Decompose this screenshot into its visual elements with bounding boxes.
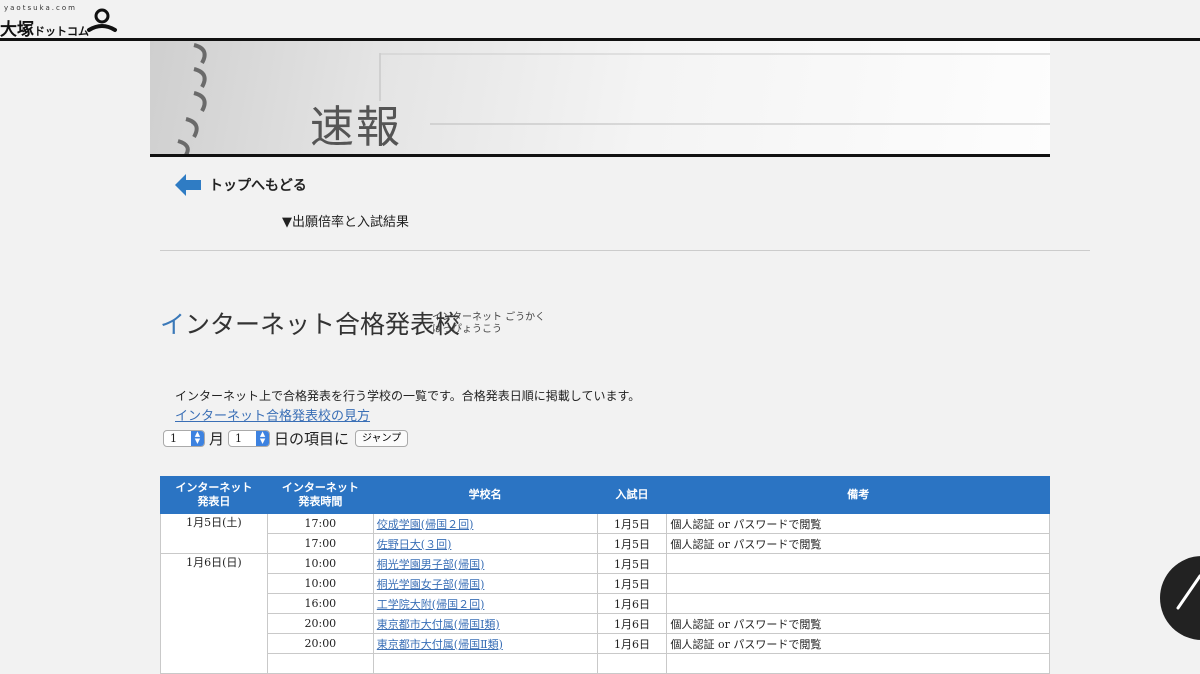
logo-domain-text: yaotsuka.com: [4, 4, 77, 12]
school-cell: 東京都市大付属(帰国Ⅱ類): [372, 633, 598, 654]
table-header-row: インターネット 発表日 インターネット 発表時間 学校名 入試日 備考: [160, 476, 1050, 514]
note-cell: 個人認証 or パスワードで閲覧: [666, 533, 1050, 554]
chevron-up-icon: [1176, 574, 1200, 610]
table-row: 1月5日(土) 17:00 佼成学園(帰国２回) 1月5日 個人認証 or パス…: [160, 513, 1050, 554]
banner-title: 速報: [310, 102, 402, 153]
exam-date-cell: 1月6日: [596, 633, 668, 654]
select-arrows-icon: ▲ ▼: [256, 431, 270, 446]
exam-date-cell: [596, 653, 668, 674]
divider: [160, 250, 1090, 251]
school-cell: 桐光学園男子部(帰国): [372, 553, 598, 574]
header-announce-date: インターネット 発表日: [160, 476, 268, 514]
note-cell: [666, 653, 1050, 674]
time-cell: 17:00: [266, 533, 374, 554]
exam-date-cell: 1月5日: [596, 513, 668, 534]
top-bar: yaotsuka.com 大塚ドットコム: [0, 0, 1200, 41]
jump-button[interactable]: ジャンプ: [355, 430, 409, 447]
scroll-top-button[interactable]: [1160, 556, 1200, 640]
school-link[interactable]: 桐光学園女子部(帰国): [377, 578, 485, 591]
table-row: 1月6日(日) 10:00 桐光学園男子部(帰国) 1月5日: [160, 553, 1050, 674]
date-jump-control: 1 ▲ ▼ 月 1 ▲ ▼ 日の項目に ジャンプ: [163, 428, 409, 449]
table-row: [161, 653, 1050, 674]
time-cell: [266, 653, 374, 674]
header-exam-date: 入試日: [596, 476, 668, 514]
school-cell: 佼成学園(帰国２回): [372, 513, 598, 534]
header-announce-time: インターネット 発表時間: [266, 476, 374, 514]
school-link[interactable]: 佐野日大(３回): [377, 538, 452, 551]
school-cell: 佐野日大(３回): [372, 533, 598, 554]
day-label: 日の項目に: [274, 430, 350, 448]
day-select[interactable]: 1 ▲ ▼: [228, 430, 271, 447]
exam-date-cell: 1月6日: [596, 593, 668, 614]
announce-date-cell: 1月5日(土): [160, 513, 268, 554]
exam-date-cell: 1月5日: [596, 553, 668, 574]
time-cell: 20:00: [266, 613, 374, 634]
howto-link[interactable]: インターネット合格発表校の見方: [175, 405, 370, 424]
school-link[interactable]: 工学院大附(帰国２回): [377, 598, 485, 611]
school-cell: [372, 653, 598, 674]
note-cell: [666, 573, 1050, 594]
school-cell: 東京都市大付属(帰国Ⅰ類): [372, 613, 598, 634]
exam-date-cell: 1月5日: [596, 573, 668, 594]
school-cell: 桐光学園女子部(帰国): [372, 573, 598, 594]
exam-date-cell: 1月5日: [596, 533, 668, 554]
school-link[interactable]: 桐光学園男子部(帰国): [377, 558, 485, 571]
time-cell: 10:00: [266, 553, 374, 574]
school-cell: 工学院大附(帰国２回): [372, 593, 598, 614]
section-description: インターネット上で合格発表を行う学校の一覧です。合格発表日順に掲載しています。: [175, 389, 641, 403]
school-link[interactable]: 東京都市大付属(帰国Ⅰ類): [377, 618, 500, 631]
school-link[interactable]: 東京都市大付属(帰国Ⅱ類): [377, 638, 503, 651]
note-cell: [666, 553, 1050, 574]
header-school: 学校名: [372, 476, 598, 514]
month-label: 月: [209, 430, 225, 448]
table-row: 20:00 東京都市大付属(帰国Ⅱ類) 1月6日 個人認証 or パスワードで閲…: [161, 633, 1050, 654]
table-row: 16:00 工学院大附(帰国２回) 1月6日: [161, 593, 1050, 614]
time-cell: 17:00: [266, 513, 374, 534]
back-to-top-link[interactable]: トップへもどる: [175, 172, 307, 198]
table-row: 20:00 東京都市大付属(帰国Ⅰ類) 1月6日 個人認証 or パスワードで閲…: [161, 613, 1050, 634]
announce-date-cell: 1月6日(日): [160, 553, 268, 674]
back-arrow-icon: [175, 174, 201, 196]
time-cell: 16:00: [266, 593, 374, 614]
results-table: インターネット 発表日 インターネット 発表時間 学校名 入試日 備考 1月5日(土…: [160, 476, 1050, 674]
select-arrows-icon: ▲ ▼: [191, 431, 204, 446]
table-row: 17:00 佐野日大(３回) 1月5日 個人認証 or パスワードで閲覧: [161, 533, 1050, 554]
exam-date-cell: 1月6日: [596, 613, 668, 634]
section-title-ruby: インターネット ごうかく はっぴょうこう: [432, 312, 546, 335]
notebook-illustration: [177, 43, 1050, 154]
note-cell: [666, 593, 1050, 614]
time-cell: 10:00: [266, 573, 374, 594]
school-link[interactable]: 佼成学園(帰国２回): [377, 518, 474, 531]
results-anchor-link[interactable]: ▼出願倍率と入試結果: [282, 211, 409, 230]
note-cell: 個人認証 or パスワードで閲覧: [666, 513, 1050, 534]
time-cell: 20:00: [266, 633, 374, 654]
month-select[interactable]: 1 ▲ ▼: [163, 430, 205, 447]
note-cell: 個人認証 or パスワードで閲覧: [666, 613, 1050, 634]
note-cell: 個人認証 or パスワードで閲覧: [666, 633, 1050, 654]
back-link-label: トップへもどる: [209, 178, 307, 194]
logo-mark-icon: [87, 8, 117, 32]
header-notes: 備考: [666, 476, 1050, 514]
page-banner: 速報: [150, 41, 1050, 157]
logo-text: 大塚ドットコム: [0, 20, 89, 40]
section-title: インターネット合格発表校: [160, 310, 461, 339]
table-row: 10:00 桐光学園女子部(帰国) 1月5日: [161, 573, 1050, 594]
